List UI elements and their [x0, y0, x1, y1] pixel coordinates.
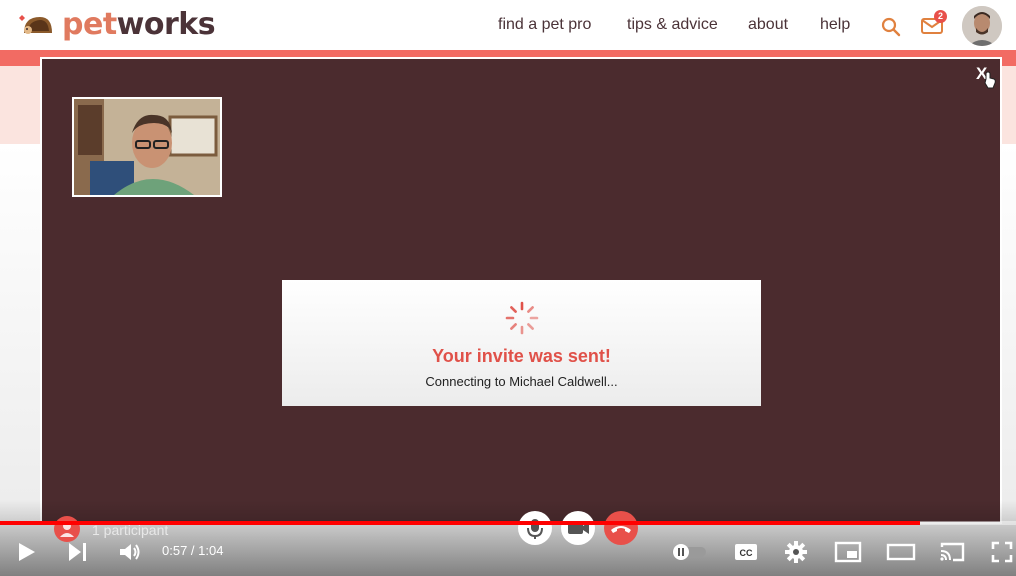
theater-mode-icon[interactable] — [886, 541, 916, 563]
invite-status-text: Connecting to Michael Caldwell... — [425, 374, 618, 389]
svg-text:CC: CC — [740, 548, 753, 558]
nav-link-tips-advice[interactable]: tips & advice — [627, 16, 718, 34]
microphone-button[interactable] — [518, 511, 552, 545]
captions-icon[interactable]: CC — [733, 542, 759, 562]
next-icon[interactable] — [66, 541, 90, 563]
hedgehog-logo-icon — [19, 15, 52, 34]
video-progress-bar[interactable] — [0, 521, 1016, 525]
hang-up-icon — [605, 512, 637, 544]
mouse-pointer-icon — [984, 71, 996, 89]
settings-icon[interactable] — [784, 540, 808, 564]
person-icon — [60, 522, 74, 537]
site-header: petworks find a pet pro tips & advice ab… — [0, 0, 1016, 50]
fullscreen-icon[interactable] — [990, 540, 1014, 564]
video-time: 0:57 / 1:04 — [162, 543, 224, 558]
self-video-feed — [74, 99, 220, 195]
self-video-preview[interactable] — [72, 97, 222, 197]
hang-up-button[interactable] — [604, 511, 638, 545]
petworks-logo[interactable]: petworks — [16, 4, 216, 44]
microphone-icon — [519, 512, 551, 544]
notification-badge: 2 — [934, 10, 947, 23]
autoplay-toggle-icon[interactable] — [670, 543, 708, 561]
loading-spinner-icon — [505, 301, 539, 335]
participant-avatar — [54, 516, 80, 542]
user-photo-icon — [962, 6, 1002, 46]
invite-sent-dialog: Your invite was sent! Connecting to Mich… — [282, 280, 761, 406]
camera-button[interactable] — [561, 511, 595, 545]
volume-icon[interactable] — [118, 541, 142, 563]
user-avatar[interactable] — [962, 6, 1002, 46]
video-progress-played — [0, 521, 921, 525]
nav-link-find-a-pet-pro[interactable]: find a pet pro — [498, 16, 591, 34]
search-icon[interactable] — [880, 16, 902, 38]
miniplayer-icon[interactable] — [834, 541, 862, 563]
cast-icon[interactable] — [938, 541, 966, 563]
play-icon[interactable] — [14, 540, 38, 564]
invite-title: Your invite was sent! — [432, 346, 611, 366]
camera-icon — [562, 512, 594, 544]
player-controls-gradient — [0, 500, 1016, 576]
nav-link-help[interactable]: help — [820, 16, 850, 34]
logo-wordmark: petworks — [62, 6, 216, 42]
nav-link-about[interactable]: about — [748, 16, 788, 34]
